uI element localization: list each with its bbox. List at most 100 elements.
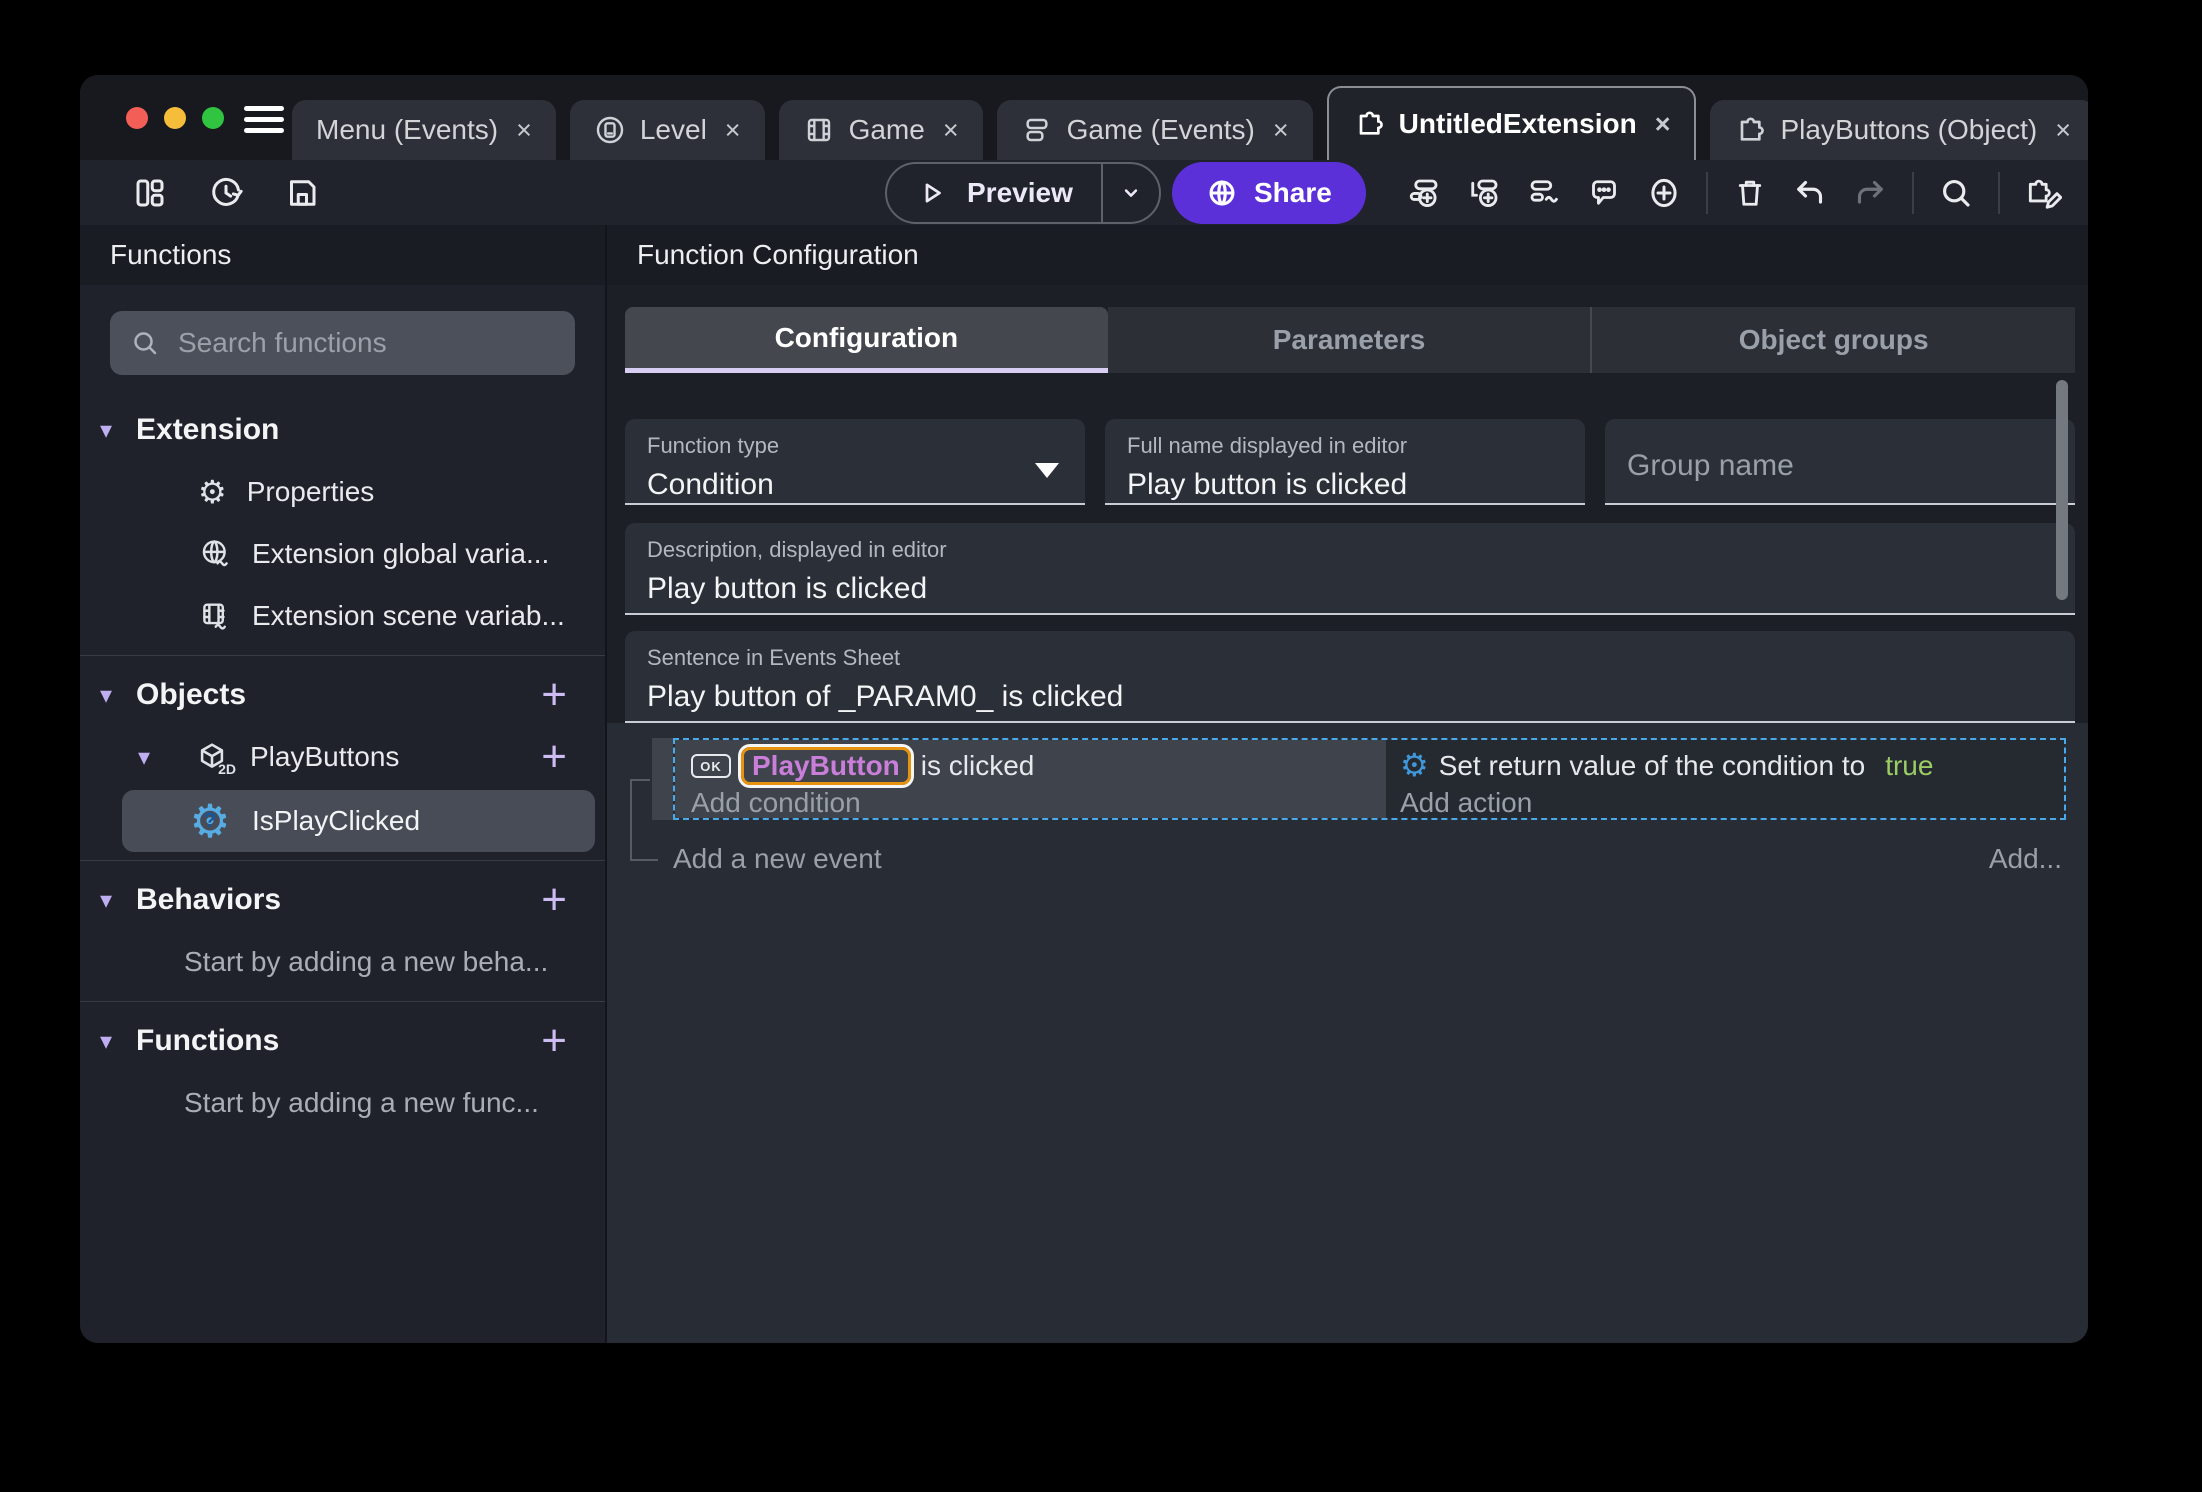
sidebar-item-extension-global-variables[interactable]: Extension global varia... [80,523,605,585]
event-tree-connector [630,779,650,781]
tab-game-events[interactable]: Game (Events) [996,100,1313,160]
globe-icon [1206,177,1238,209]
chevron-down-icon [1118,180,1144,206]
add-action-button[interactable]: Add action [1400,787,2064,819]
edit-extension-icon[interactable] [2024,174,2062,212]
sidebar-item-isplayclicked[interactable]: IsPlayClicked [122,790,595,852]
configuration-tabs: Configuration Parameters Object groups [625,307,2076,373]
events-sheet: OK PlayButton is clicked Add condition S… [607,723,2088,1343]
caret-down-icon[interactable] [100,1027,136,1056]
undo-icon[interactable] [1792,175,1828,211]
group-name-input[interactable] [1627,448,2051,483]
section-objects[interactable]: Objects [80,664,605,726]
sidebar-divider [80,860,605,861]
tab-untitled-extension[interactable]: UntitledExtension [1326,86,1697,160]
actions-column: Set return value of the condition to tru… [1386,740,2064,818]
close-icon[interactable] [725,115,741,146]
add-other-event-icon[interactable] [1526,175,1562,211]
caret-down-icon[interactable] [100,416,136,445]
description-input[interactable] [647,572,2051,606]
tab-level[interactable]: Level [569,100,765,160]
sidebar-item-playbuttons[interactable]: 2D PlayButtons [80,726,605,788]
share-label: Share [1254,176,1332,208]
caret-down-icon[interactable] [138,743,174,772]
full-name-label: Full name displayed in editor [1127,433,1408,458]
condition-text: is clicked [920,750,1035,781]
gear-icon [198,473,227,511]
app-window: Menu (Events) Level Game [80,75,2088,1343]
event-tree-connector [630,859,658,861]
scrollbar-thumb[interactable] [2056,380,2068,600]
function-type-field[interactable]: Function type [625,419,1085,505]
tab-parameters[interactable]: Parameters [1107,307,1591,373]
sidebar-item-properties[interactable]: Properties [80,461,605,523]
search-functions-box[interactable] [110,311,575,375]
section-extension[interactable]: Extension [80,399,605,461]
close-icon[interactable] [943,115,959,146]
tab-label: UntitledExtension [1398,108,1637,139]
condition-row[interactable]: OK PlayButton is clicked [691,745,1386,787]
group-name-field[interactable] [1605,419,2075,505]
circle-plus-icon[interactable] [1646,175,1682,211]
preview-button[interactable]: Preview [887,164,1101,222]
add-event-icon[interactable] [1406,175,1442,211]
cube-2d-label: 2D [218,761,236,777]
zoom-window-button[interactable] [202,107,224,129]
preview-dropdown-button[interactable] [1100,163,1159,222]
history-icon[interactable] [208,175,244,211]
add-more-button[interactable]: Add... [1989,843,2062,875]
description-field[interactable]: Description, displayed in editor [625,523,2075,615]
search-icon [130,328,160,358]
tab-label: PlayButtons (Object) [1780,114,2038,145]
button-object-icon: OK [691,754,731,778]
sidebar-item-extension-scene-variables[interactable]: Extension scene variab... [80,585,605,647]
function-type-label: Function type [647,433,780,458]
dropdown-arrow-icon[interactable] [1035,463,1059,478]
comment-icon[interactable] [1586,175,1622,211]
add-new-event-button[interactable]: Add a new event [673,843,882,875]
trash-icon[interactable] [1732,175,1768,211]
section-behaviors[interactable]: Behaviors [80,869,605,931]
event-tree-connector [630,779,632,861]
caret-down-icon[interactable] [100,681,136,710]
condition-object-chip[interactable]: PlayButton [741,747,911,785]
minimize-window-button[interactable] [164,107,186,129]
close-icon[interactable] [516,115,532,146]
full-name-input[interactable] [1127,468,1561,502]
search-icon[interactable] [1938,175,1974,211]
redo-icon[interactable] [1852,175,1888,211]
close-icon[interactable] [1655,109,1671,140]
selected-event[interactable]: OK PlayButton is clicked Add condition S… [673,738,2066,820]
toolbar-divider [1912,171,1914,214]
close-icon[interactable] [1273,115,1289,146]
action-row[interactable]: Set return value of the condition to tru… [1400,745,2064,787]
tab-configuration[interactable]: Configuration [625,307,1108,373]
event-drag-handle[interactable] [652,738,673,820]
film-icon [803,114,835,146]
close-icon[interactable] [2055,115,2071,146]
share-button[interactable]: Share [1172,161,1366,224]
sentence-field[interactable]: Sentence in Events Sheet [625,631,2075,723]
section-functions[interactable]: Functions [80,1010,605,1072]
menu-icon[interactable] [244,106,284,133]
function-type-value[interactable] [647,468,1061,502]
titlebar: Menu (Events) Level Game [80,75,2088,160]
tab-object-groups[interactable]: Object groups [1590,307,2076,373]
sentence-input[interactable] [647,680,2051,714]
tab-game[interactable]: Game [778,100,983,160]
tab-menu-events[interactable]: Menu (Events) [292,100,556,160]
search-functions-input[interactable] [178,327,575,359]
add-condition-button[interactable]: Add condition [691,787,1386,819]
add-subevent-icon[interactable] [1466,175,1502,211]
save-icon[interactable] [284,175,320,211]
configuration-section: Configuration Parameters Object groups F… [607,285,2088,723]
sentence-label: Sentence in Events Sheet [647,645,901,670]
puzzle-icon [1734,114,1766,146]
project-manager-icon[interactable] [132,175,168,211]
close-window-button[interactable] [126,107,148,129]
tab-playbuttons-object[interactable]: PlayButtons (Object) [1710,100,2088,160]
return-value-gear-icon [1400,765,1429,767]
caret-down-icon[interactable] [100,886,136,915]
behaviors-hint: Start by adding a new beha... [184,946,549,977]
full-name-field[interactable]: Full name displayed in editor [1105,419,1585,505]
